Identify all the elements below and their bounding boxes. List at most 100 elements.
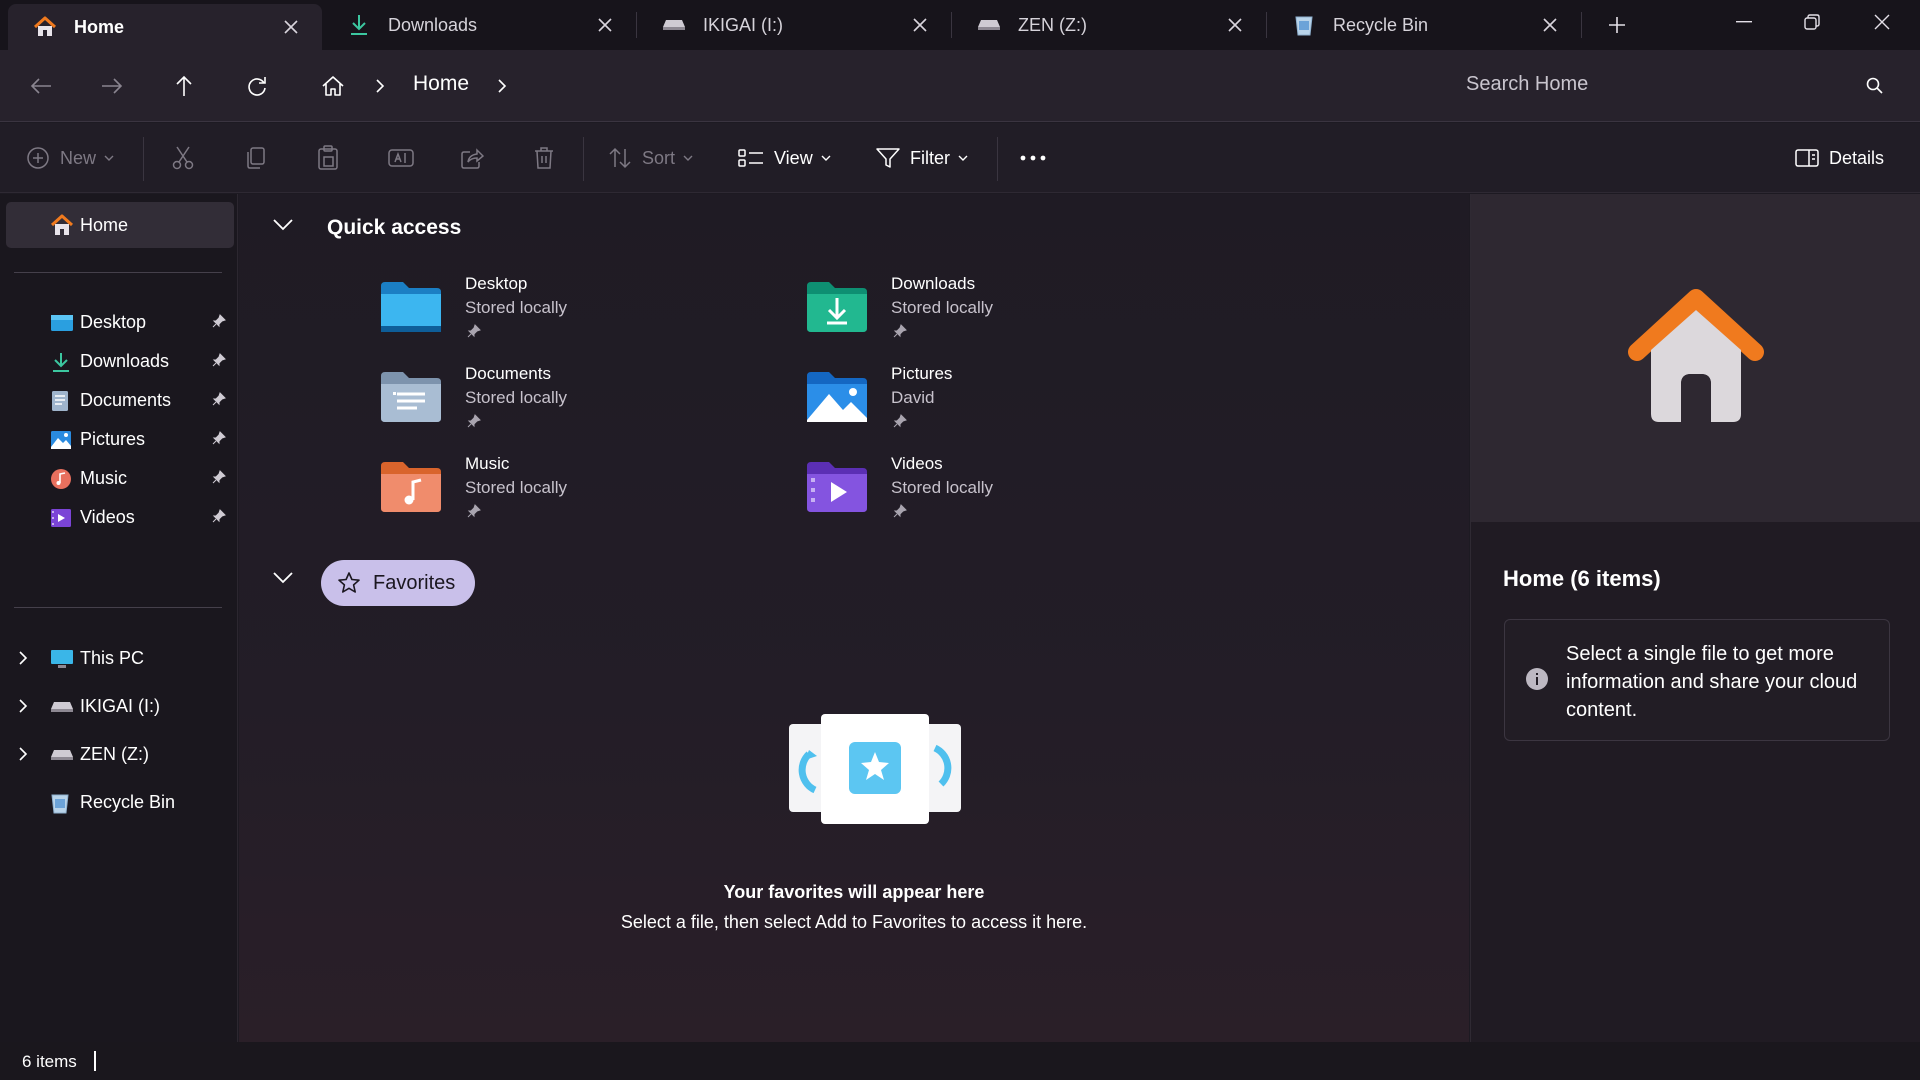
forward-button[interactable] xyxy=(90,64,134,108)
sidebar-item-this-pc[interactable]: This PC xyxy=(0,638,238,678)
sidebar-item-downloads[interactable]: Downloads xyxy=(0,341,238,381)
sidebar-item-label: Downloads xyxy=(80,351,170,371)
toolbar-divider xyxy=(583,137,584,181)
chevron-right-icon[interactable] xyxy=(18,698,28,714)
share-button[interactable] xyxy=(460,123,484,193)
sidebar-item-documents[interactable]: Documents xyxy=(0,380,238,420)
folder-location: Stored locally xyxy=(465,388,568,407)
folder-name: Desktop xyxy=(465,274,528,293)
pin-icon[interactable] xyxy=(212,431,226,445)
quick-access-pictures[interactable]: Pictures David xyxy=(805,364,1205,444)
favorites-collapse[interactable] xyxy=(272,571,296,595)
arrow-left-icon xyxy=(30,78,51,94)
tab-downloads[interactable]: Downloads xyxy=(322,0,636,50)
sidebar-item-home[interactable]: Home xyxy=(6,202,234,248)
pin-icon[interactable] xyxy=(212,470,226,484)
more-options-button[interactable] xyxy=(1020,123,1046,193)
pin-icon xyxy=(467,324,481,338)
sidebar-item-label: Pictures xyxy=(80,429,146,449)
pin-icon[interactable] xyxy=(212,392,226,406)
home-icon xyxy=(32,14,58,40)
this-pc-icon xyxy=(50,648,73,670)
tab-recycle-bin[interactable]: Recycle Bin xyxy=(1267,0,1581,50)
tab-home[interactable]: Home xyxy=(8,4,322,50)
quick-access-videos[interactable]: Videos Stored locally xyxy=(805,454,1205,534)
favorites-section-button[interactable]: Favorites xyxy=(321,560,475,606)
copy-button[interactable] xyxy=(245,123,267,193)
quick-access-downloads[interactable]: Downloads Stored locally xyxy=(805,274,1205,354)
videos-folder-icon xyxy=(50,507,72,529)
new-tab-button[interactable] xyxy=(1582,0,1652,50)
tab-label: IKIGAI (I:) xyxy=(703,14,784,35)
filter-button[interactable]: Filter xyxy=(876,123,968,193)
details-pane-button[interactable]: Details xyxy=(1795,123,1884,193)
quick-access-music[interactable]: Music Stored locally xyxy=(379,454,779,534)
pin-icon xyxy=(893,504,907,518)
recycle-bin-icon xyxy=(1291,12,1317,38)
close-icon[interactable] xyxy=(282,18,300,36)
close-icon[interactable] xyxy=(1226,16,1244,34)
sidebar-item-pictures[interactable]: Pictures xyxy=(0,419,238,459)
info-icon xyxy=(1526,668,1548,690)
desktop-folder-icon xyxy=(50,312,73,334)
details-preview xyxy=(1471,194,1920,522)
pin-icon[interactable] xyxy=(212,353,226,367)
chevron-right-icon[interactable] xyxy=(18,650,28,666)
favorites-empty-illustration xyxy=(789,714,961,824)
plus-icon xyxy=(1609,17,1625,33)
search-button[interactable] xyxy=(1853,64,1897,108)
details-pane: Home (6 items) Select a single file to g… xyxy=(1470,194,1920,1042)
paste-button[interactable] xyxy=(317,123,339,193)
close-window-button[interactable] xyxy=(1848,0,1916,44)
sidebar-item-recycle-bin[interactable]: Recycle Bin xyxy=(0,782,238,822)
pin-icon xyxy=(893,324,907,338)
sidebar-item-desktop[interactable]: Desktop xyxy=(0,302,238,342)
recycle-bin-icon xyxy=(50,792,72,814)
tab-ikigai[interactable]: IKIGAI (I:) xyxy=(637,0,951,50)
tab-zen[interactable]: ZEN (Z:) xyxy=(952,0,1266,50)
arrow-up-icon xyxy=(176,75,192,96)
sidebar-item-videos[interactable]: Videos xyxy=(0,497,238,537)
refresh-button[interactable] xyxy=(235,64,279,108)
sort-button[interactable]: Sort xyxy=(608,123,693,193)
quick-access-desktop[interactable]: Desktop Stored locally xyxy=(379,274,779,354)
drive-icon xyxy=(50,696,73,718)
close-icon[interactable] xyxy=(596,16,614,34)
details-pane-icon xyxy=(1795,149,1819,167)
delete-button[interactable] xyxy=(533,123,555,193)
breadcrumb-expand[interactable] xyxy=(480,64,524,108)
close-icon[interactable] xyxy=(911,16,929,34)
home-crumb-button[interactable] xyxy=(311,64,355,108)
folder-location: David xyxy=(891,388,935,407)
sidebar-item-zen[interactable]: ZEN (Z:) xyxy=(0,734,238,774)
sidebar-item-label: Desktop xyxy=(80,312,147,332)
folder-location: Stored locally xyxy=(891,478,994,497)
quick-access-collapse[interactable] xyxy=(272,218,296,242)
cut-button[interactable] xyxy=(172,123,194,193)
pin-icon[interactable] xyxy=(212,509,226,523)
view-button[interactable]: View xyxy=(738,123,831,193)
quick-access-documents[interactable]: Documents Stored locally xyxy=(379,364,779,444)
back-button[interactable] xyxy=(19,64,63,108)
chevron-right-icon[interactable] xyxy=(18,746,28,762)
details-info-card: Select a single file to get more informa… xyxy=(1504,619,1890,741)
minimize-button[interactable] xyxy=(1710,0,1778,44)
restore-button[interactable] xyxy=(1778,0,1846,44)
close-icon[interactable] xyxy=(1541,16,1559,34)
folder-location: Stored locally xyxy=(891,298,994,317)
breadcrumb-home[interactable]: Home xyxy=(413,72,469,96)
chevron-down-icon xyxy=(273,219,293,231)
new-button[interactable]: New xyxy=(26,123,114,193)
sidebar-item-ikigai[interactable]: IKIGAI (I:) xyxy=(0,686,238,726)
favorites-empty-subtitle: Select a file, then select Add to Favori… xyxy=(620,912,1088,932)
pin-icon[interactable] xyxy=(212,314,226,328)
rename-button[interactable] xyxy=(388,123,414,193)
up-button[interactable] xyxy=(162,64,206,108)
documents-folder-icon xyxy=(381,372,441,422)
breadcrumb-separator[interactable] xyxy=(358,64,402,108)
more-icon xyxy=(1020,155,1046,161)
share-icon xyxy=(461,148,484,169)
sidebar-item-music[interactable]: Music xyxy=(0,458,238,498)
star-icon xyxy=(338,572,360,593)
search-input[interactable]: Search Home xyxy=(1466,73,1588,96)
